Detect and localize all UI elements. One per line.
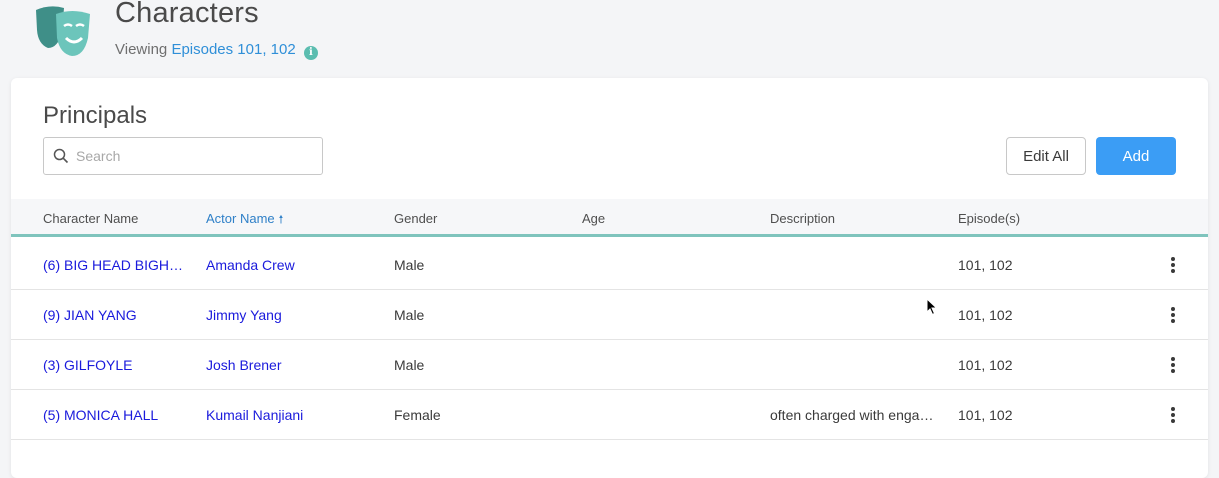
search-input[interactable]	[76, 138, 316, 174]
viewing-subtitle: Viewing Episodes 101, 102 i	[115, 41, 318, 60]
search-box[interactable]	[43, 137, 323, 175]
info-icon[interactable]: i	[303, 46, 318, 60]
column-header-episodes[interactable]: Episode(s)	[958, 211, 1020, 226]
theater-masks-icon	[36, 6, 90, 56]
principals-card: Principals Edit All Add Character Name A…	[11, 78, 1208, 478]
character-name-cell[interactable]: (6) BIG HEAD BIGHETTI	[43, 257, 191, 273]
actor-name-cell[interactable]: Amanda Crew	[206, 257, 376, 273]
table-row[interactable]: (5) MONICA HALL Kumail Nanjiani Female ofte…	[11, 390, 1208, 440]
column-header-gender[interactable]: Gender	[394, 211, 437, 226]
row-menu-icon[interactable]	[1166, 254, 1180, 276]
actor-name-cell[interactable]: Josh Brener	[206, 357, 376, 373]
actor-name-cell[interactable]: Kumail Nanjiani	[206, 407, 376, 423]
character-name-cell[interactable]: (9) JIAN YANG	[43, 307, 191, 323]
gender-cell: Female	[394, 407, 441, 423]
add-button[interactable]: Add	[1096, 137, 1176, 175]
episodes-cell: 101, 102	[958, 307, 1013, 323]
sort-ascending-icon: 🠕	[278, 214, 284, 226]
column-header-actor-name[interactable]: Actor Name 🠕	[206, 211, 283, 230]
table-row[interactable]: (6) BIG HEAD BIGHETTI Amanda Crew Male 101,…	[11, 240, 1208, 290]
page-header: Characters Viewing Episodes 101, 102 i	[0, 0, 1219, 70]
gender-cell: Male	[394, 357, 425, 373]
episodes-cell: 101, 102	[958, 357, 1013, 373]
gender-cell: Male	[394, 257, 425, 273]
edit-all-button[interactable]: Edit All	[1006, 137, 1086, 175]
actor-name-cell[interactable]: Jimmy Yang	[206, 307, 376, 323]
column-header-age[interactable]: Age	[582, 211, 605, 226]
page-title: Characters	[115, 0, 259, 29]
episodes-link[interactable]: Episodes 101, 102	[171, 41, 295, 58]
table-header: Character Name Actor Name 🠕 Gender Age De…	[11, 199, 1208, 237]
column-header-actor-name-label: Actor Name	[206, 211, 275, 226]
episodes-cell: 101, 102	[958, 407, 1013, 423]
row-menu-icon[interactable]	[1166, 304, 1180, 326]
column-header-description[interactable]: Description	[770, 211, 835, 226]
search-icon	[53, 148, 69, 164]
section-title: Principals	[43, 102, 148, 129]
row-menu-icon[interactable]	[1166, 404, 1180, 426]
table-row[interactable]: (3) GILFOYLE Josh Brener Male 101, 102	[11, 340, 1208, 390]
character-name-cell[interactable]: (3) GILFOYLE	[43, 357, 191, 373]
table-row[interactable]: (9) JIAN YANG Jimmy Yang Male 101, 102	[11, 290, 1208, 340]
episodes-cell: 101, 102	[958, 257, 1013, 273]
mouse-cursor-icon	[926, 298, 938, 316]
viewing-prefix: Viewing	[115, 41, 168, 58]
row-menu-icon[interactable]	[1166, 354, 1180, 376]
character-name-cell[interactable]: (5) MONICA HALL	[43, 407, 191, 423]
column-header-character-name[interactable]: Character Name	[43, 211, 138, 226]
description-cell: often charged with engaging	[770, 407, 940, 423]
gender-cell: Male	[394, 307, 425, 323]
